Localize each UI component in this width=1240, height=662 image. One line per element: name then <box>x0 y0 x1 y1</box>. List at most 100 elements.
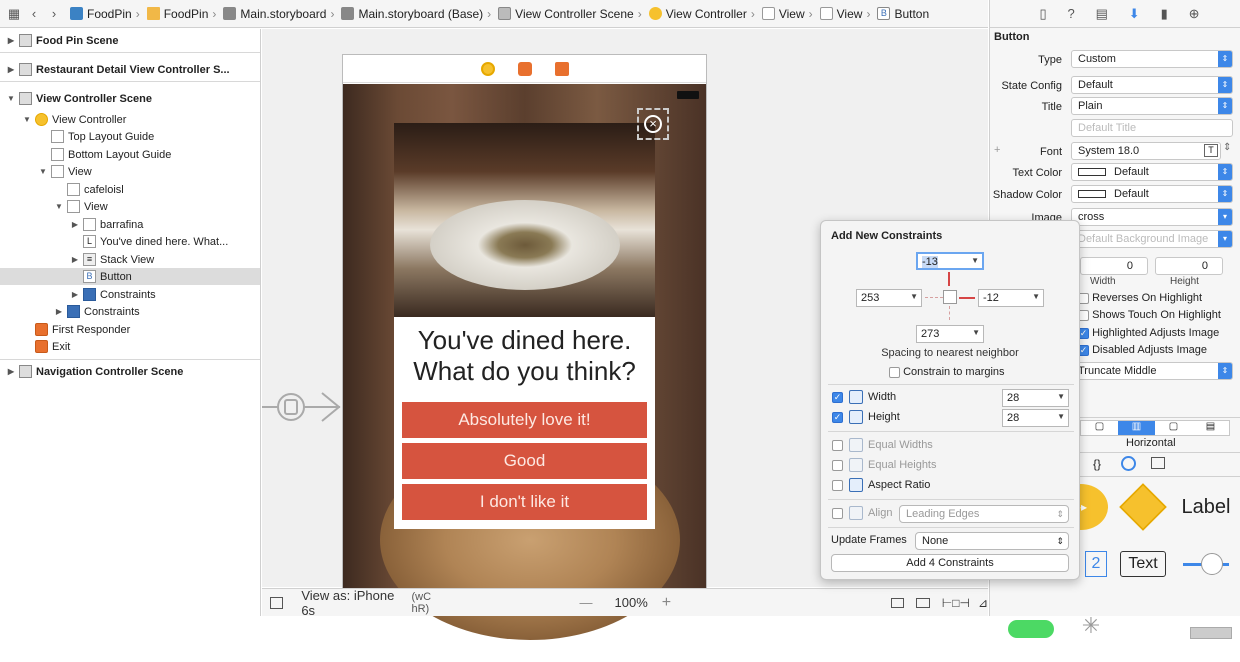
aspect-ratio-row[interactable]: Aspect Ratio <box>832 476 930 494</box>
embed-in-stack-icon[interactable] <box>891 597 905 608</box>
axis-segmented-control[interactable]: ▢ ▥ ▢ ▤ <box>1080 420 1230 436</box>
zoom-out-button[interactable]: — <box>580 595 593 610</box>
width-constraint-row[interactable]: ✓ Width <box>832 388 896 406</box>
disclosure-triangle-icon[interactable]: ▶ <box>54 307 64 316</box>
breadcrumb-button[interactable]: B Button <box>877 7 929 21</box>
free-icon[interactable]: ▢ <box>1155 421 1192 435</box>
library-object-tile[interactable] <box>1112 478 1174 536</box>
outline-first-responder[interactable]: First Responder <box>0 321 260 338</box>
height-checkbox[interactable]: ✓ <box>832 411 843 423</box>
library-label-tile[interactable]: Label <box>1175 478 1237 536</box>
title-text-field[interactable]: Default Title <box>1071 119 1233 137</box>
connections-inspector-icon[interactable]: ⊕ <box>1189 6 1200 22</box>
shows-touch-checkbox[interactable]: Shows Touch On Highlight <box>1078 309 1221 321</box>
outline-bottom-layout-guide[interactable]: Bottom Layout Guide <box>0 146 260 163</box>
library-switch-tile[interactable] <box>1000 600 1062 658</box>
breadcrumb-storyboard[interactable]: Main.storyboard › <box>223 7 337 21</box>
outline-barrafina[interactable]: ▶ barrafina <box>0 216 260 233</box>
width-checkbox[interactable]: ✓ <box>832 391 843 403</box>
inset-height-field[interactable]: 0 <box>1155 257 1223 275</box>
dont-like-button[interactable]: I don't like it <box>402 484 647 520</box>
equal-heights-row[interactable]: Equal Heights <box>832 456 937 474</box>
breadcrumb-inner-view[interactable]: View › <box>819 7 874 21</box>
outline-nav-scene[interactable]: ▶ Navigation Controller Scene <box>0 363 260 380</box>
equal-widths-checkbox[interactable] <box>832 439 843 451</box>
image-select[interactable]: cross ▾ <box>1071 208 1233 226</box>
disclosure-triangle-icon[interactable]: ▼ <box>54 202 64 211</box>
height-constraint-row[interactable]: ✓ Height <box>832 408 900 426</box>
text-color-select[interactable]: Default ⇕ <box>1071 163 1233 181</box>
line-break-select[interactable]: Truncate Middle ⇕ <box>1071 362 1233 380</box>
checkbox[interactable] <box>889 366 900 378</box>
type-select[interactable]: Custom ⇕ <box>1071 50 1233 68</box>
horizontal-icon[interactable]: ▥ <box>1118 421 1155 435</box>
title-type-select[interactable]: Plain ⇕ <box>1071 97 1233 115</box>
media-library-icon[interactable] <box>1151 457 1165 469</box>
breadcrumb-storyboard-base[interactable]: Main.storyboard (Base) › <box>341 7 494 21</box>
forward-arrow-icon[interactable]: › <box>46 6 62 22</box>
disclosure-triangle-icon[interactable]: ▼ <box>6 94 16 103</box>
disclosure-triangle-icon[interactable]: ▶ <box>6 367 16 376</box>
segue-arrow-icon[interactable] <box>262 390 342 425</box>
disclosure-triangle-icon[interactable]: ▶ <box>70 220 80 229</box>
outline-top-layout-guide[interactable]: Top Layout Guide <box>0 128 260 145</box>
good-button[interactable]: Good <box>402 443 647 479</box>
vertical-icon[interactable]: ▢ <box>1081 421 1118 435</box>
resolve-issues-icon[interactable]: ⊿ <box>978 596 988 610</box>
library-textfield-tile[interactable]: Text <box>1112 535 1174 593</box>
view-controller-icon[interactable] <box>481 62 495 76</box>
identity-inspector-icon[interactable]: ▤ <box>1096 6 1108 22</box>
code-snippets-icon[interactable]: {} <box>1093 457 1101 471</box>
disclosure-triangle-icon[interactable]: ▶ <box>6 65 16 74</box>
background-image-select[interactable]: Default Background Image ▾ <box>1071 230 1233 248</box>
first-responder-icon[interactable] <box>518 62 532 76</box>
pin-icon[interactable]: ⊢□⊣ <box>942 596 970 610</box>
breadcrumb-scene[interactable]: View Controller Scene › <box>498 7 645 21</box>
outline-restaurant-detail-scene[interactable]: ▶ Restaurant Detail View Controller S... <box>0 61 260 78</box>
align-checkbox[interactable] <box>832 507 843 519</box>
disclosure-triangle-icon[interactable]: ▶ <box>6 36 16 45</box>
breadcrumb-project[interactable]: FoodPin › <box>70 7 143 21</box>
breadcrumb-folder[interactable]: FoodPin › <box>146 7 220 21</box>
highlighted-adjusts-checkbox[interactable]: ✓ Highlighted Adjusts Image <box>1078 327 1219 339</box>
add-variation-icon[interactable]: + <box>994 144 1000 156</box>
close-button[interactable]: × <box>637 108 669 140</box>
font-size-stepper-icon[interactable]: ⇕ <box>1223 142 1231 153</box>
align-icon[interactable] <box>916 597 930 608</box>
outline-constraints-outer[interactable]: ▶ Constraints <box>0 303 260 320</box>
outline-view-controller[interactable]: ▼ View Controller <box>0 111 260 128</box>
view-as-label[interactable]: View as: iPhone 6s <box>301 588 405 618</box>
inset-width-field[interactable]: 0 <box>1080 257 1148 275</box>
equal-widths-row[interactable]: Equal Widths <box>832 436 933 454</box>
outline-view[interactable]: ▼ View <box>0 163 260 180</box>
disclosure-triangle-icon[interactable]: ▼ <box>22 115 32 124</box>
right-strut[interactable] <box>959 297 975 299</box>
outline-inner-view[interactable]: ▼ View <box>0 198 260 215</box>
toggle-outline-icon[interactable] <box>270 596 284 609</box>
size-inspector-icon[interactable]: ▮ <box>1161 6 1168 22</box>
equal-heights-checkbox[interactable] <box>832 459 843 471</box>
outline-constraints-inner[interactable]: ▶ Constraints <box>0 286 260 303</box>
left-strut[interactable] <box>925 297 943 298</box>
top-strut[interactable] <box>948 272 950 286</box>
right-constraint-field[interactable]: -12 ▼ <box>978 289 1044 307</box>
disclosure-triangle-icon[interactable]: ▶ <box>70 255 80 264</box>
library-slider-tile[interactable] <box>1175 535 1237 593</box>
height-value-field[interactable]: 28 ▼ <box>1002 409 1069 427</box>
state-config-select[interactable]: Default ⇕ <box>1071 76 1233 94</box>
library-activity-tile[interactable]: ✳ <box>1060 597 1122 655</box>
outline-vc-scene[interactable]: ▼ View Controller Scene <box>0 90 260 107</box>
exit-icon[interactable] <box>555 62 569 76</box>
file-inspector-icon[interactable]: ▯ <box>1039 6 1046 22</box>
quick-help-icon[interactable]: ? <box>1067 6 1074 21</box>
attributes-inspector-icon[interactable]: ⬇ <box>1129 6 1140 22</box>
library-progress-tile[interactable] <box>1180 604 1240 662</box>
shadow-color-select[interactable]: Default ⇕ <box>1071 185 1233 203</box>
outline-stack-view[interactable]: ▶ ≡ Stack View <box>0 251 260 268</box>
disabled-adjusts-checkbox[interactable]: ✓ Disabled Adjusts Image <box>1078 344 1207 356</box>
align-row[interactable]: Align <box>832 504 892 522</box>
update-frames-select[interactable]: None ⇕ <box>915 532 1069 550</box>
align-select[interactable]: Leading Edges ⇕ <box>899 505 1069 523</box>
back-arrow-icon[interactable]: ‹ <box>26 6 42 22</box>
constrain-margins-checkbox[interactable]: Constrain to margins <box>889 366 1005 378</box>
